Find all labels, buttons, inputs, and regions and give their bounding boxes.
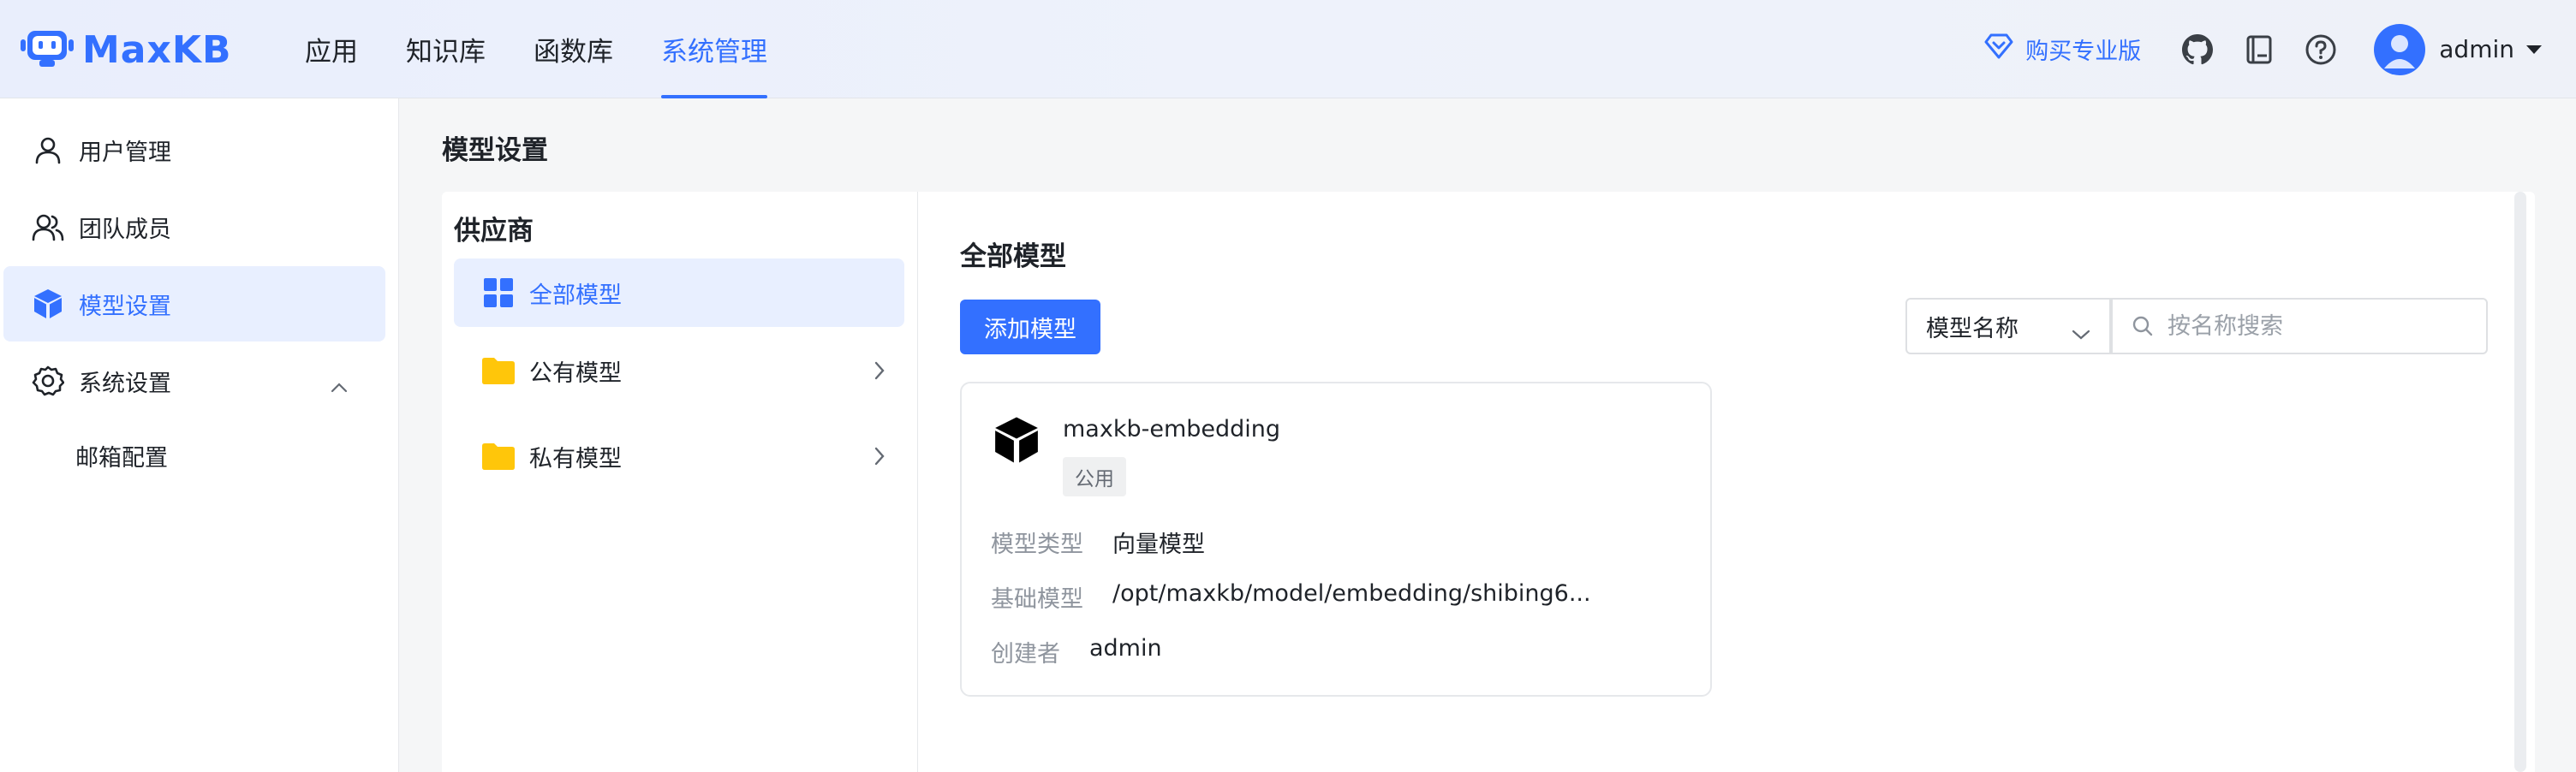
sidebar: 用户管理 团队成员 模型设置 系统设置 邮箱配置 xyxy=(0,98,399,772)
model-panel: 供应商 全部模型 公有模型 私有模型 全部模型 添加模型 模型名称 按名称搜索 … xyxy=(442,192,2535,772)
main-nav: 应用 知识库 函数库 系统管理 xyxy=(305,0,815,98)
upgrade-pro-link[interactable]: 购买专业版 xyxy=(1984,33,2141,66)
content-title: 全部模型 xyxy=(960,241,1066,272)
cube-icon xyxy=(993,414,1041,466)
folder-icon xyxy=(481,439,516,473)
team-icon xyxy=(31,210,65,244)
provider-panel: 供应商 全部模型 公有模型 私有模型 xyxy=(442,192,918,772)
book-icon[interactable] xyxy=(2242,33,2276,67)
provider-item-private[interactable]: 私有模型 xyxy=(454,422,904,490)
models-content: 全部模型 添加模型 模型名称 按名称搜索 maxkb-embedding 公用 … xyxy=(919,192,2535,772)
caret-down-icon[interactable] xyxy=(2526,45,2542,54)
grid-icon xyxy=(481,276,516,310)
status-badge: 公用 xyxy=(1063,457,1126,496)
username[interactable]: admin xyxy=(2439,35,2514,63)
provider-item-all[interactable]: 全部模型 xyxy=(454,258,904,327)
provider-item-label: 私有模型 xyxy=(529,445,622,472)
card-row-creator: 创建者 admin xyxy=(991,635,1162,668)
github-icon[interactable] xyxy=(2180,33,2215,67)
provider-item-label: 公有模型 xyxy=(529,359,622,387)
robot-logo-icon xyxy=(21,26,74,74)
user-icon xyxy=(31,133,65,167)
field-value: admin xyxy=(1089,635,1162,662)
field-key: 基础模型 xyxy=(991,586,1083,613)
sidebar-item-label: 系统设置 xyxy=(79,370,171,397)
sidebar-item-label: 模型设置 xyxy=(79,293,171,320)
field-key: 模型类型 xyxy=(991,531,1083,558)
sidebar-item-model-settings[interactable]: 模型设置 xyxy=(3,266,385,341)
nav-knowledge[interactable]: 知识库 xyxy=(406,0,486,98)
sidebar-item-system-settings[interactable]: 系统设置 xyxy=(3,343,385,419)
filter-select-value: 模型名称 xyxy=(1926,315,2018,342)
logo[interactable]: MaxKB xyxy=(21,22,232,77)
top-header: MaxKB 应用 知识库 函数库 系统管理 购买专业版 admin xyxy=(0,0,2576,98)
search-icon xyxy=(2130,313,2156,339)
chevron-up-icon xyxy=(331,372,348,399)
app-root: MaxKB 应用 知识库 函数库 系统管理 购买专业版 admin 用户管理 团… xyxy=(0,0,2576,772)
scrollbar[interactable] xyxy=(2514,192,2526,772)
field-value: 向量模型 xyxy=(1112,531,1205,558)
header-actions: 购买专业版 admin xyxy=(1984,0,2542,98)
chevron-right-icon xyxy=(874,446,886,472)
card-row-type: 模型类型 向量模型 xyxy=(991,526,1205,559)
nav-system-management[interactable]: 系统管理 xyxy=(661,0,767,98)
cube-icon xyxy=(31,287,65,321)
provider-item-label: 全部模型 xyxy=(529,282,622,309)
nav-apps[interactable]: 应用 xyxy=(305,0,358,98)
model-name: maxkb-embedding xyxy=(1063,416,1281,442)
sidebar-item-label: 团队成员 xyxy=(79,216,171,243)
upgrade-label: 购买专业版 xyxy=(2025,39,2142,65)
provider-item-public[interactable]: 公有模型 xyxy=(454,336,904,405)
field-key: 创建者 xyxy=(991,641,1060,668)
search-input[interactable] xyxy=(2168,312,2476,340)
sidebar-subitem-email-config[interactable]: 邮箱配置 xyxy=(75,439,168,472)
nav-functions[interactable]: 函数库 xyxy=(534,0,613,98)
gear-icon xyxy=(31,364,65,398)
chevron-right-icon xyxy=(874,360,886,387)
chevron-down-icon xyxy=(2072,320,2090,347)
sidebar-item-users[interactable]: 用户管理 xyxy=(3,112,385,187)
folder-icon xyxy=(481,353,516,388)
sidebar-item-label: 用户管理 xyxy=(79,139,171,166)
avatar[interactable] xyxy=(2374,23,2426,75)
filter-select[interactable]: 模型名称 xyxy=(1905,298,2111,354)
sidebar-item-team[interactable]: 团队成员 xyxy=(3,189,385,264)
field-value: /opt/maxkb/model/embedding/shibing6... xyxy=(1112,580,1591,607)
search-box xyxy=(2111,298,2488,354)
help-icon[interactable] xyxy=(2304,33,2338,67)
diamond-icon xyxy=(1984,33,2013,65)
model-card[interactable]: maxkb-embedding 公用 模型类型 向量模型 基础模型 /opt/m… xyxy=(960,382,1712,697)
add-model-button[interactable]: 添加模型 xyxy=(960,300,1100,354)
page-title: 模型设置 xyxy=(442,135,548,166)
provider-title: 供应商 xyxy=(454,216,534,246)
logo-text: MaxKB xyxy=(82,27,232,72)
card-row-base-model: 基础模型 /opt/maxkb/model/embedding/shibing6… xyxy=(991,580,1591,614)
